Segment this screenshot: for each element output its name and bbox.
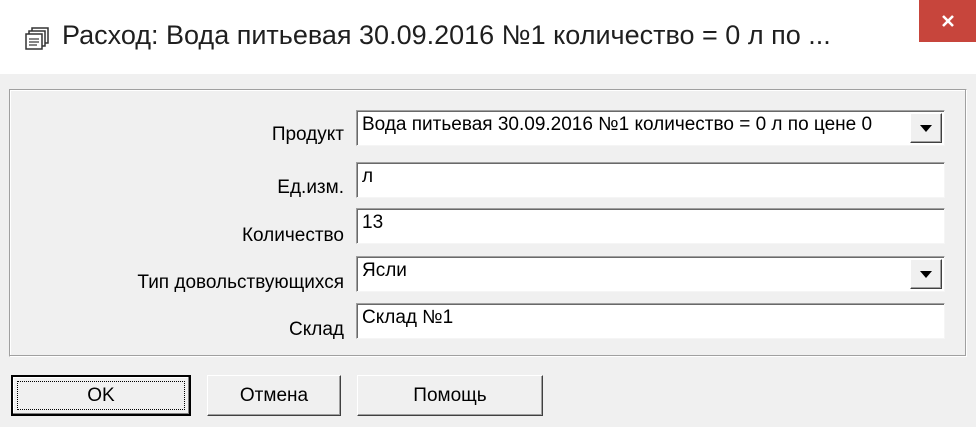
- window-title: Расход: Вода питьевая 30.09.2016 №1 коли…: [62, 20, 831, 50]
- triangle-down-icon: [920, 263, 932, 285]
- quantity-label: Количество: [241, 225, 344, 246]
- unit-value: л: [362, 166, 374, 187]
- stack-of-papers-icon: [23, 27, 51, 53]
- quantity-value: 13: [362, 212, 384, 233]
- cancel-button[interactable]: Отмена: [207, 375, 341, 416]
- consumer-type-value: Ясли: [362, 260, 407, 281]
- unit-label: Ед.изм.: [277, 177, 344, 198]
- product-label: Продукт: [271, 124, 344, 145]
- consumer-type-label: Тип довольствующихся: [137, 272, 344, 293]
- close-icon: [940, 13, 956, 29]
- help-button-label: Помощь: [413, 384, 487, 406]
- help-button[interactable]: Помощь: [357, 375, 543, 416]
- consumer-type-dropdown-button[interactable]: [910, 259, 942, 289]
- consumer-type-dropdown[interactable]: Ясли: [356, 256, 945, 292]
- title-bar[interactable]: Расход: Вода питьевая 30.09.2016 №1 коли…: [0, 0, 976, 74]
- product-dropdown[interactable]: Вода питьевая 30.09.2016 №1 количество =…: [356, 110, 945, 146]
- ok-button[interactable]: OK: [11, 375, 191, 416]
- warehouse-value: Склад №1: [362, 307, 454, 328]
- close-button[interactable]: [919, 0, 976, 42]
- triangle-down-icon: [920, 117, 932, 139]
- product-value: Вода питьевая 30.09.2016 №1 количество =…: [362, 114, 873, 135]
- cancel-button-label: Отмена: [239, 384, 309, 406]
- warehouse-label: Склад: [289, 319, 344, 340]
- focus-rectangle: [17, 381, 185, 410]
- dialog-window: Расход: Вода питьевая 30.09.2016 №1 коли…: [0, 0, 976, 427]
- unit-field[interactable]: л: [356, 162, 945, 198]
- product-dropdown-button[interactable]: [910, 113, 942, 143]
- dialog-client-area: Продукт Вода питьевая 30.09.2016 №1 коли…: [0, 74, 976, 427]
- warehouse-field[interactable]: Склад №1: [356, 303, 945, 339]
- quantity-field[interactable]: 13: [356, 208, 945, 244]
